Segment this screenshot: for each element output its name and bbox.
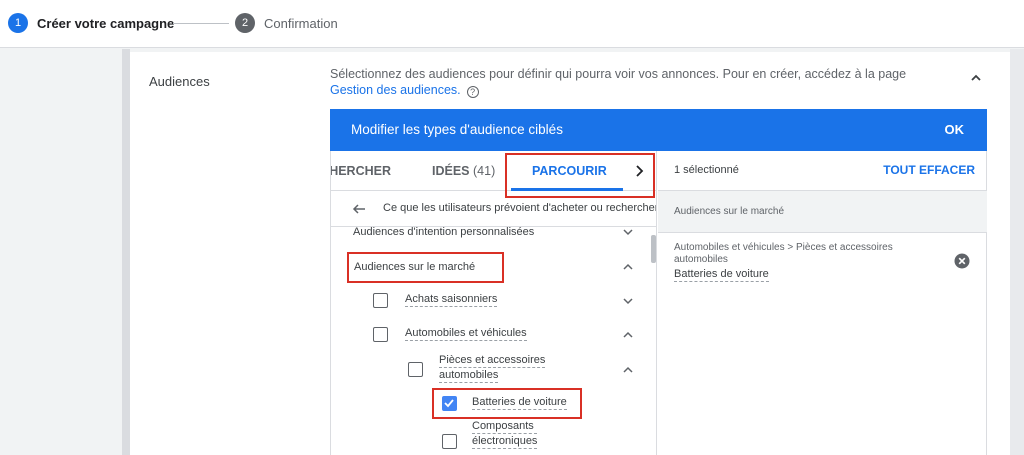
audience-tabs: RECHERCHER IDÉES (41) PARCOURIR [330, 151, 656, 191]
selected-item-name: Batteries de voiture [674, 268, 769, 282]
tree-item-custom-intent[interactable]: Audiences d'intention personnalisées [353, 226, 534, 238]
campaign-stepper: 1 Créer votre campagne 2 Confirmation [0, 0, 1024, 48]
checkbox-batteries[interactable] [442, 396, 457, 411]
step1-number: 1 [8, 13, 28, 33]
tab-ideas-label: IDÉES [432, 164, 470, 178]
tab-search[interactable]: RECHERCHER [330, 164, 391, 178]
step-create-campaign[interactable]: 1 Créer votre campagne [8, 13, 174, 33]
clear-all-button[interactable]: TOUT EFFACER [883, 163, 975, 177]
editor-title: Modifier les types d'audience ciblés [351, 122, 563, 137]
chevron-down-icon[interactable] [621, 225, 635, 239]
tab-ideas-count: (41) [473, 164, 496, 178]
tab-browse[interactable]: PARCOURIR [532, 164, 607, 178]
tree-item-batteries[interactable]: Batteries de voiture [472, 396, 567, 410]
right-gutter [1010, 49, 1024, 455]
selected-item-path: Automobiles et véhicules > Pièces et acc… [674, 242, 893, 265]
audience-manager-link[interactable]: Gestion des audiences. [330, 83, 461, 97]
ok-button[interactable]: OK [945, 122, 965, 137]
chevron-up-icon[interactable] [968, 70, 984, 86]
audience-editor-header: Modifier les types d'audience ciblés OK [330, 109, 987, 151]
parts-line1: Pièces et accessoires [439, 354, 546, 368]
chevron-up-icon[interactable] [621, 260, 635, 274]
tree-item-electronics[interactable]: Composants électroniques [472, 420, 538, 449]
selection-header: 1 sélectionné TOUT EFFACER [658, 151, 987, 191]
breadcrumb: Ce que les utilisateurs prévoient d'ache… [331, 191, 657, 227]
checkbox-parts[interactable] [408, 362, 423, 377]
selection-group-label: Audiences sur le marché [674, 206, 785, 217]
checkbox-electronics[interactable] [442, 434, 457, 449]
selected-count: 1 sélectionné [674, 164, 739, 176]
chevron-right-icon[interactable] [631, 163, 647, 179]
stepper-connector [173, 23, 229, 24]
tree-item-parts[interactable]: Pièces et accessoires automobiles [439, 354, 546, 383]
description-text: Sélectionnez des audiences pour définir … [330, 67, 907, 81]
section-title-audiences: Audiences [149, 74, 210, 89]
step2-number: 2 [235, 13, 255, 33]
arrow-left-icon[interactable] [351, 201, 367, 217]
tree-item-seasonal[interactable]: Achats saisonniers [405, 293, 498, 307]
tab-search-label: RECHERCHER [330, 164, 391, 178]
chevron-up-icon[interactable] [621, 328, 635, 342]
selection-group: Audiences sur le marché [658, 191, 987, 233]
parts-line2: automobiles [439, 369, 499, 383]
electronics-line1: Composants [472, 420, 538, 434]
tree-item-autos[interactable]: Automobiles et véhicules [405, 327, 527, 341]
help-icon[interactable]: ? [466, 86, 479, 98]
left-gutter [0, 49, 122, 455]
section-description: Sélectionnez des audiences pour définir … [330, 66, 950, 98]
checkbox-autos[interactable] [373, 327, 388, 342]
tab-ideas[interactable]: IDÉES (41) [432, 164, 495, 178]
browse-panel: RECHERCHER IDÉES (41) PARCOURIR Ce que l… [330, 151, 657, 455]
tree-item-in-market[interactable]: Audiences sur le marché [354, 261, 475, 273]
electronics-line2: électroniques [472, 435, 538, 449]
checkbox-seasonal[interactable] [373, 293, 388, 308]
chevron-up-icon[interactable] [621, 363, 635, 377]
step2-label: Confirmation [264, 15, 338, 31]
step-confirmation[interactable]: 2 Confirmation [235, 13, 338, 33]
left-gutter-edge [122, 49, 130, 455]
close-circle-icon[interactable] [954, 253, 970, 269]
breadcrumb-text: Ce que les utilisateurs prévoient d'ache… [383, 202, 657, 214]
check-icon [444, 399, 454, 408]
selection-panel: 1 sélectionné TOUT EFFACER Audiences sur… [658, 151, 987, 455]
step1-label: Créer votre campagne [37, 15, 175, 31]
tree-scrollbar[interactable] [651, 235, 656, 263]
chevron-down-icon[interactable] [621, 294, 635, 308]
